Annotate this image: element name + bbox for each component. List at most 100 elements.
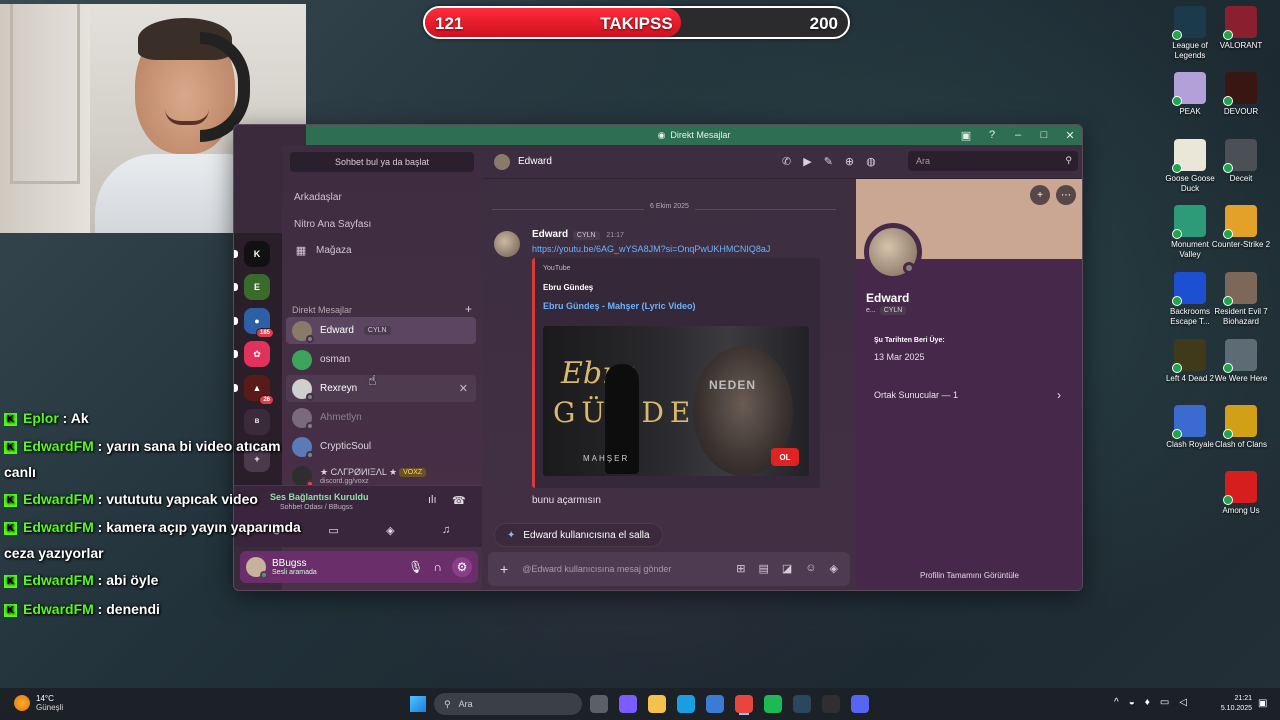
league-of-legends-icon: [1172, 6, 1206, 40]
dm-item-osman[interactable]: osman: [286, 346, 476, 373]
profile-avatar[interactable]: [864, 223, 922, 281]
monument-valley-icon: [1172, 205, 1206, 239]
dm-item-ahmetlyn[interactable]: Ahmetlyn: [286, 404, 476, 431]
more-options-icon[interactable]: ⋯: [1056, 185, 1076, 205]
kick-icon: K: [4, 441, 17, 454]
game-icon[interactable]: ◈: [830, 562, 838, 575]
inbox-icon[interactable]: ▣: [960, 129, 972, 142]
close-dm-icon[interactable]: ✕: [459, 382, 468, 395]
clock[interactable]: 21:21 5.10.2025: [1214, 694, 1252, 714]
copilot-icon[interactable]: [619, 695, 637, 713]
profile-toggle-icon[interactable]: ◍: [866, 155, 876, 168]
spotify-icon[interactable]: [764, 695, 782, 713]
among-us-icon: [1223, 471, 1257, 505]
pin-icon[interactable]: ✎: [824, 155, 833, 168]
sticker-icon[interactable]: ◪: [782, 562, 792, 575]
message-author[interactable]: Edward: [532, 229, 568, 240]
desktop-icon[interactable]: Deceit: [1211, 139, 1271, 184]
chat-recipient[interactable]: Edward: [518, 156, 552, 167]
weather-temp: 14°C: [36, 694, 54, 703]
emoji-icon[interactable]: ☺: [805, 562, 816, 575]
start-button[interactable]: [410, 696, 426, 712]
message-link[interactable]: https://youtu.be/6AG_wYSA8JM?si=OnqPwUKH…: [532, 244, 832, 254]
voice-activity-icon[interactable]: ılı: [428, 494, 437, 506]
chat-text: vutututu yapıcak video: [106, 491, 258, 507]
mutual-servers[interactable]: Ortak Sunucular — 1 ›: [864, 381, 1075, 409]
dm-item-rexreyn[interactable]: Rexreyn ✕: [286, 375, 476, 402]
weather-widget[interactable]: 14°C Güneşli: [14, 694, 63, 712]
close-button[interactable]: ✕: [1064, 129, 1076, 142]
desktop-icon[interactable]: DEVOUR: [1211, 72, 1271, 117]
task-view-icon[interactable]: [590, 695, 608, 713]
maximize-button[interactable]: □: [1038, 129, 1050, 141]
network-icon[interactable]: ◒: [1129, 697, 1135, 708]
server-icon[interactable]: E: [234, 274, 270, 300]
edge-icon[interactable]: [677, 695, 695, 713]
create-dm-icon[interactable]: +: [465, 303, 472, 315]
play-icon[interactable]: OL: [771, 448, 799, 466]
volume-icon[interactable]: ◁: [1179, 697, 1187, 708]
help-icon[interactable]: ?: [986, 129, 998, 141]
microphone-icon[interactable]: 🎙︎: [408, 560, 423, 574]
chrome-icon[interactable]: [735, 695, 753, 713]
screen-share-icon[interactable]: ▭: [328, 524, 338, 537]
dm-item-edward[interactable]: Edward CYLN: [286, 317, 476, 344]
attach-plus-icon[interactable]: +: [500, 561, 508, 577]
nav-shop[interactable]: ▦ Mağaza: [286, 238, 476, 262]
taskbar-search[interactable]: ⚲ Ara: [434, 693, 582, 715]
activity-icon[interactable]: ◈: [386, 524, 394, 537]
gift-icon[interactable]: ⊞: [736, 562, 745, 575]
desktop-icon[interactable]: Counter-Strike 2: [1211, 205, 1271, 250]
minimize-button[interactable]: –: [1012, 129, 1024, 141]
discord-icon[interactable]: [851, 695, 869, 713]
chat-text: abi öyle: [106, 572, 159, 588]
nav-nitro[interactable]: Nitro Ana Sayfası: [286, 212, 476, 236]
gif-icon[interactable]: ▤: [758, 562, 768, 575]
soundboard-icon[interactable]: ♫: [442, 524, 450, 537]
server-icon[interactable]: ▲ 26: [234, 375, 274, 405]
desktop-icon[interactable]: Resident Evil 7 Biohazard: [1211, 272, 1271, 327]
video-thumbnail[interactable]: Ebru GÜNDEŞ MAHŞER NEDEN OL: [543, 326, 809, 476]
message-header: Edward CYLN 21:17: [532, 229, 624, 240]
steam-icon[interactable]: [793, 695, 811, 713]
server-icon[interactable]: K: [234, 241, 270, 267]
server-icon[interactable]: ● 185: [234, 308, 274, 338]
add-friend-icon[interactable]: ⊕: [845, 155, 854, 168]
message-avatar[interactable]: [494, 231, 520, 257]
file-explorer-icon[interactable]: [648, 695, 666, 713]
add-friend-icon[interactable]: +: [1030, 185, 1050, 205]
monitor-icon[interactable]: ▭: [1160, 697, 1169, 708]
taskbar-apps: [590, 695, 869, 713]
headphones-icon[interactable]: ∩: [433, 560, 442, 574]
message-composer[interactable]: + @Edward kullanıcısına mesaj gönder ⊞ ▤…: [488, 552, 850, 586]
desktop-icon[interactable]: Among Us: [1211, 471, 1271, 516]
microphone-icon[interactable]: ♦: [1145, 697, 1150, 708]
disconnect-icon[interactable]: ☎: [452, 494, 466, 507]
desktop-icon[interactable]: We Were Here: [1211, 339, 1271, 384]
stream-chat-message: K EdwardFM : yarın sana bi video atıcam c…: [4, 438, 281, 480]
view-full-profile[interactable]: Profilin Tamamını Görüntüle: [856, 571, 1082, 580]
embed-title[interactable]: Ebru Gündeş - Mahşer (Lyric Video): [543, 301, 696, 311]
clock-date: 5.10.2025: [1220, 705, 1252, 712]
devour-icon: [1223, 72, 1257, 106]
server-icon[interactable]: ✿: [234, 341, 270, 367]
video-call-icon[interactable]: ▶: [803, 155, 811, 168]
search-input[interactable]: Ara ⚲: [908, 151, 1078, 171]
wave-button[interactable]: ✦ Edward kullanıcısına el salla: [494, 523, 663, 547]
embed-author[interactable]: Ebru Gündeş: [543, 283, 593, 292]
nav-shop-label: Mağaza: [316, 244, 352, 256]
window-titlebar: ◉ Direkt Mesajlar ▣ ? – □ ✕: [306, 125, 1082, 145]
settings-button[interactable]: ⚙: [452, 557, 472, 577]
find-conversation-input[interactable]: Sohbet bul ya da başlat: [290, 152, 474, 172]
notification-icon[interactable]: ▣: [1258, 698, 1267, 709]
voice-call-icon[interactable]: ✆: [782, 155, 791, 168]
desktop-icon[interactable]: VALORANT: [1211, 6, 1271, 51]
clan-tag: CYLN: [572, 231, 600, 240]
nav-friends[interactable]: Arkadaşlar: [286, 185, 476, 209]
store-icon[interactable]: [706, 695, 724, 713]
dm-item-crypticsoul[interactable]: CrypticSoul: [286, 433, 476, 460]
chevron-right-icon: ›: [1057, 388, 1061, 402]
desktop-icon[interactable]: Clash of Clans: [1211, 405, 1271, 450]
chevron-up-icon[interactable]: ^: [1114, 697, 1119, 708]
obs-icon[interactable]: [822, 695, 840, 713]
